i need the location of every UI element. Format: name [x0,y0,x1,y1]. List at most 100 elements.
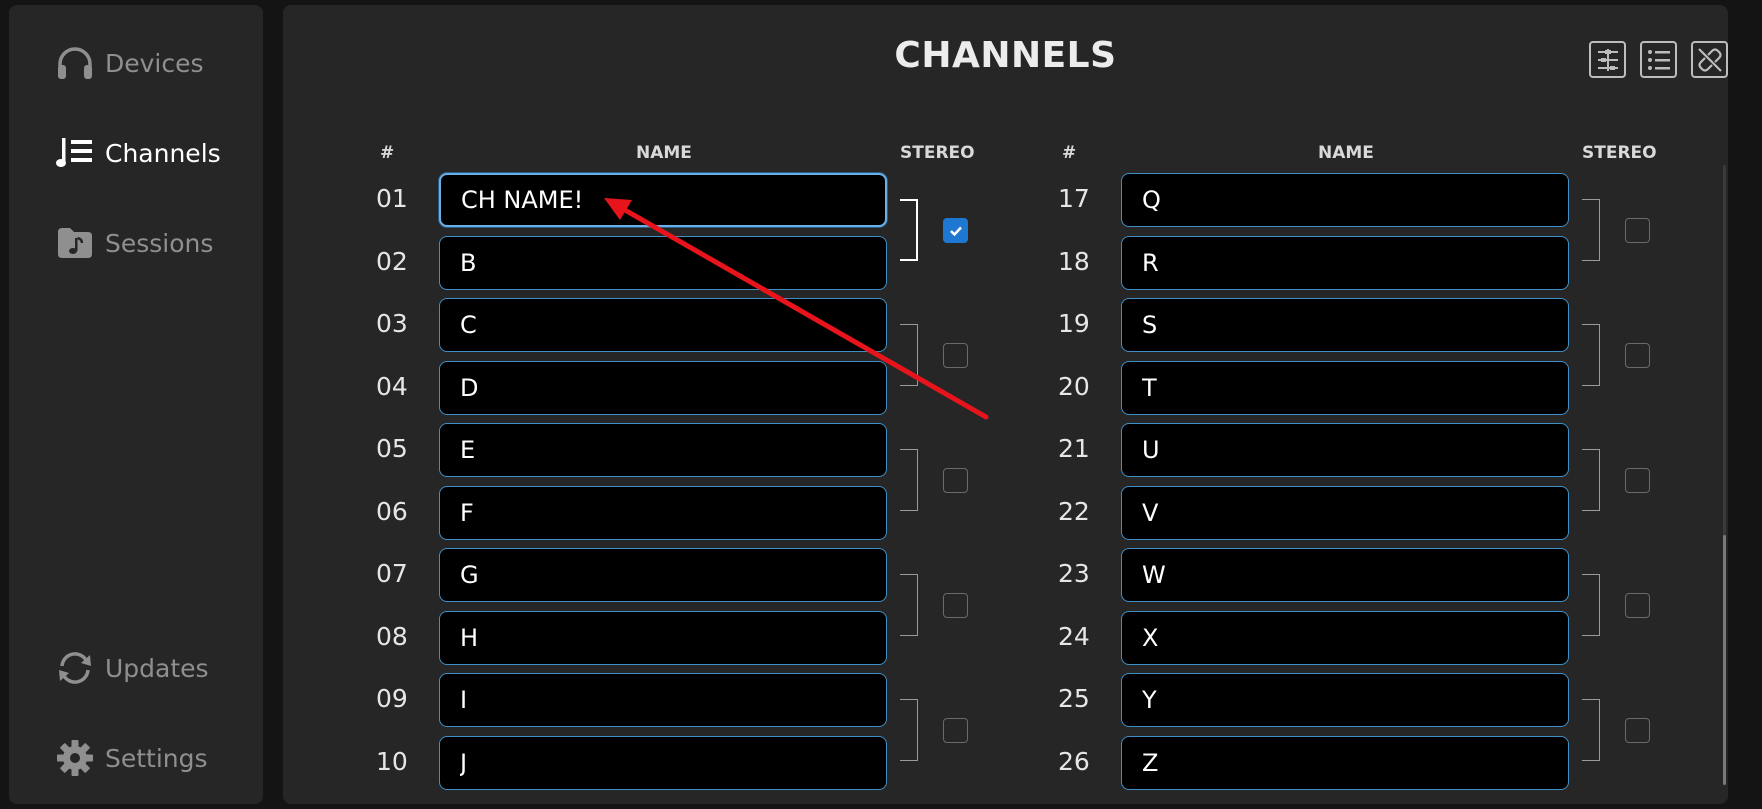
sidebar-item-devices[interactable]: Devices [55,38,204,88]
stereo-pair-bracket [900,449,918,511]
channel-name-input[interactable] [1121,235,1569,290]
scrollbar-thumb[interactable] [1723,535,1726,785]
check-icon [949,226,962,236]
refresh-icon [55,648,95,688]
channel-name-input[interactable] [439,235,887,290]
mixer-grid-button[interactable] [1589,41,1626,78]
music-folder-icon [55,223,95,263]
channel-name-input[interactable] [1121,610,1569,665]
channel-name-input[interactable] [439,423,887,477]
sidebar-item-label: Updates [105,653,209,683]
channel-number: 04 [376,371,408,401]
stereo-pair-bracket [900,199,918,261]
channel-row: 03 [283,296,887,352]
sidebar-item-label: Settings [105,743,208,773]
channel-number: 20 [1058,371,1090,401]
channel-number: 19 [1058,309,1090,338]
channel-row: 24 [965,609,1569,665]
stereo-pair-bracket [1582,574,1600,636]
mixer-grid-icon [1597,48,1618,71]
channel-number: 24 [1058,621,1090,651]
stereo-pair-bracket [1582,699,1600,761]
unlink-icon [1697,47,1722,72]
channel-number: 06 [376,496,408,526]
channel-number: 05 [376,434,408,463]
stereo-pair-bracket [1582,324,1600,386]
channel-row: 06 [283,484,887,540]
column-header-name: NAME [636,143,692,163]
channel-name-input[interactable] [1121,673,1569,727]
channel-number: 26 [1058,746,1090,776]
channel-list-icon [55,133,95,173]
channel-number: 02 [376,246,408,276]
channel-name-input[interactable] [1121,298,1569,352]
sidebar-item-sessions[interactable]: Sessions [55,218,213,268]
channel-name-input[interactable] [439,548,887,602]
gear-icon [55,738,95,778]
unlink-button[interactable] [1691,41,1728,78]
channel-name-input[interactable] [439,610,887,665]
channel-name-input[interactable] [439,360,887,415]
stereo-checkbox[interactable] [1625,218,1650,243]
sidebar-item-updates[interactable]: Updates [55,643,209,693]
sidebar-item-channels[interactable]: Channels [55,128,221,178]
page-title: CHANNELS [894,35,1117,76]
channel-number: 01 [376,184,408,213]
channel-name-input[interactable] [439,673,887,727]
stereo-pair-bracket [900,324,918,386]
channel-name-input[interactable] [1121,173,1569,227]
headphones-icon [55,43,95,83]
channel-row: 07 [283,546,887,602]
channel-name-input[interactable] [439,735,887,790]
channel-name-input[interactable] [1121,548,1569,602]
channel-name-input[interactable] [439,298,887,352]
channel-row: 22 [965,484,1569,540]
channel-name-input[interactable] [439,173,887,227]
channel-row: 05 [283,421,887,477]
channel-row: 21 [965,421,1569,477]
channel-row: 23 [965,546,1569,602]
channel-row: 18 [965,234,1569,290]
channel-name-input[interactable] [1121,423,1569,477]
channel-name-input[interactable] [1121,735,1569,790]
channel-number: 22 [1058,496,1090,526]
channel-row: 01 [283,171,887,227]
channel-row: 02 [283,234,887,290]
column-header-stereo: STEREO [1582,143,1657,163]
stereo-pair-bracket [1582,449,1600,511]
column-header-stereo: STEREO [900,143,975,163]
channel-number: 07 [376,559,408,588]
stereo-checkbox[interactable] [1625,593,1650,618]
channel-row: 09 [283,671,887,727]
channel-row: 20 [965,359,1569,415]
stereo-checkbox[interactable] [1625,718,1650,743]
channel-row: 04 [283,359,887,415]
channel-name-input[interactable] [1121,485,1569,540]
column-header-number: # [380,143,395,163]
list-icon [1647,49,1670,70]
channel-name-input[interactable] [1121,360,1569,415]
sidebar-item-label: Channels [105,138,221,168]
channel-row: 19 [965,296,1569,352]
channels-panel: CHANNELS # NAME STEREO 01 CH NAME! 02 B … [283,5,1728,804]
stereo-pair-bracket [900,699,918,761]
stereo-pair-bracket [1582,199,1600,261]
channel-row: 17 [965,171,1569,227]
channel-number: 25 [1058,684,1090,713]
sidebar-item-settings[interactable]: Settings [55,733,208,783]
channel-name-input[interactable] [439,485,887,540]
channel-number: 21 [1058,434,1090,463]
channel-number: 18 [1058,246,1090,276]
channel-row: 25 [965,671,1569,727]
channel-number: 23 [1058,559,1090,588]
stereo-checkbox[interactable] [1625,343,1650,368]
sidebar: Devices Channels Sessions Updates Settin… [9,5,263,804]
channel-row: 10 [283,734,887,790]
column-header-name: NAME [1318,143,1374,163]
channel-number: 10 [376,746,408,776]
list-view-button[interactable] [1640,41,1677,78]
stereo-checkbox[interactable] [1625,468,1650,493]
channel-number: 09 [376,684,408,713]
column-header-number: # [1062,143,1077,163]
channel-row: 08 [283,609,887,665]
